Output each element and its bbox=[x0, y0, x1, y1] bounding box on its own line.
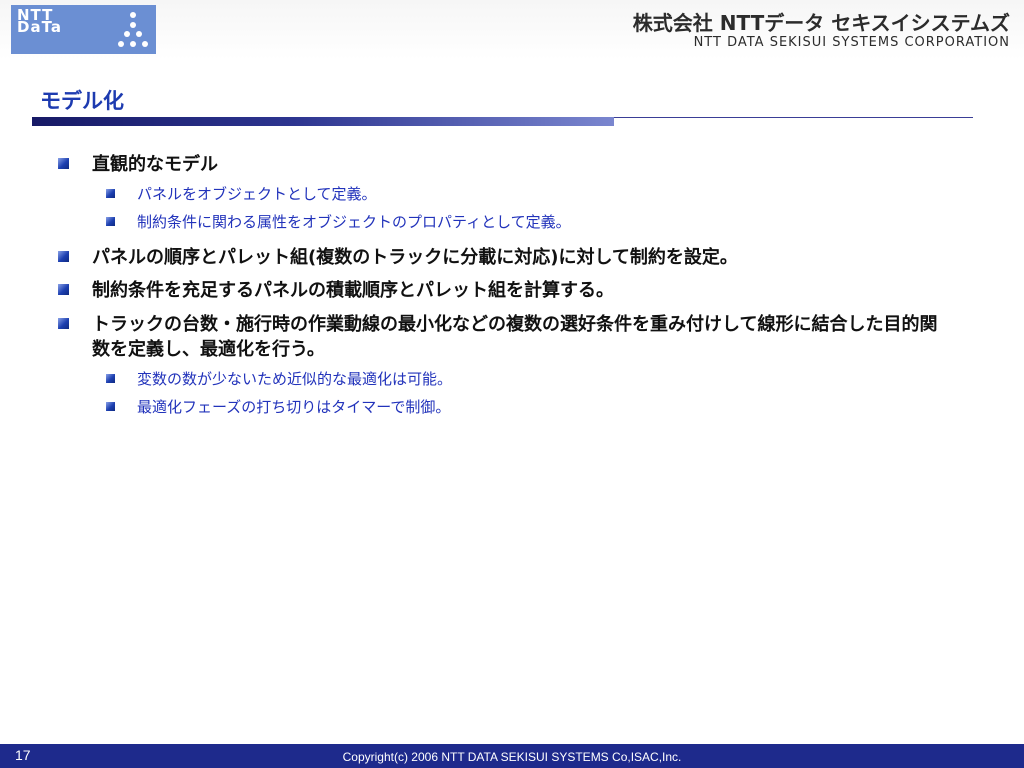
logo-text: NTT DaTa bbox=[17, 6, 62, 36]
bullet-square-icon bbox=[58, 251, 69, 262]
bullet-square-icon bbox=[58, 284, 69, 295]
company-name-jp: 株式会社 NTTデータ セキスイシステムズ bbox=[632, 11, 1010, 35]
slide-title: モデル化 bbox=[40, 89, 124, 113]
bullet-item: トラックの台数・施行時の作業動線の最小化などの複数の選好条件を重み付けして線形に… bbox=[92, 314, 938, 360]
slide-footer: 17 Copyright(c) 2006 NTT DATA SEKISUI SY… bbox=[0, 744, 1024, 768]
logo-dots-icon bbox=[118, 12, 148, 47]
company-logo: NTT DaTa bbox=[11, 5, 156, 54]
sub-bullet-item: 最適化フェーズの打ち切りはタイマーで制御。 bbox=[137, 398, 451, 416]
sub-bullet-item: 変数の数が少ないため近似的な最適化は可能。 bbox=[137, 370, 453, 388]
bullet-item: 制約条件を充足するパネルの積載順序とパレット組を計算する。 bbox=[92, 280, 614, 301]
sub-bullet-square-icon bbox=[106, 402, 115, 411]
copyright-text: Copyright(c) 2006 NTT DATA SEKISUI SYSTE… bbox=[342, 750, 682, 764]
sub-bullet-square-icon bbox=[106, 189, 115, 198]
sub-bullet-square-icon bbox=[106, 217, 115, 226]
title-underline-thick bbox=[32, 117, 614, 126]
sub-bullet-item: 制約条件に関わる属性をオブジェクトのプロパティとして定義。 bbox=[137, 213, 571, 231]
slide-header: NTT DaTa 株式会社 NTTデータ セキスイシステムズ NTT DATA … bbox=[0, 0, 1024, 60]
sub-bullet-item: パネルをオブジェクトとして定義。 bbox=[137, 185, 377, 203]
bullet-square-icon bbox=[58, 158, 69, 169]
bullet-item: パネルの順序とパレット組(複数のトラックに分載に対応)に対して制約を設定。 bbox=[92, 247, 738, 268]
bullet-item: 直観的なモデル bbox=[92, 154, 218, 175]
sub-bullet-square-icon bbox=[106, 374, 115, 383]
company-name-en: NTT DATA SEKISUI SYSTEMS CORPORATION bbox=[693, 35, 1010, 50]
bullet-square-icon bbox=[58, 318, 69, 329]
title-underline-thin bbox=[614, 117, 973, 118]
